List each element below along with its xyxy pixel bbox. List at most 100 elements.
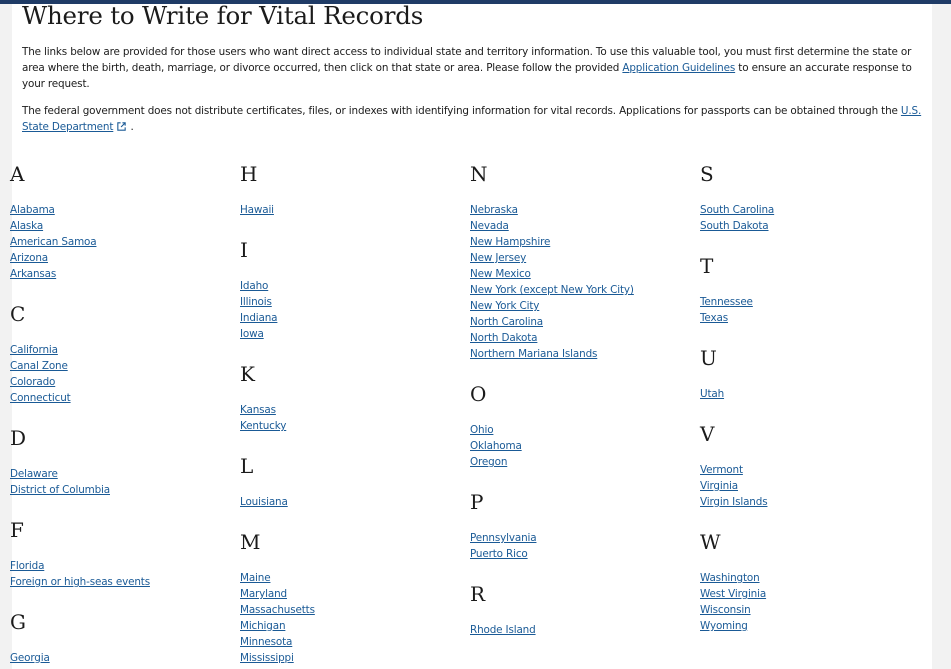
state-list-item: Arkansas	[10, 266, 240, 282]
state-link[interactable]: Canal Zone	[10, 360, 68, 372]
state-link[interactable]: Foreign or high-seas events	[10, 576, 150, 588]
state-list-item: Indiana	[240, 310, 470, 326]
state-list-item: Kentucky	[240, 418, 470, 434]
state-list-item: Michigan	[240, 618, 470, 634]
state-link[interactable]: New York City	[470, 300, 539, 312]
letter-group-s: S South Carolina South Dakota	[700, 162, 930, 234]
letter-group-a: A Alabama Alaska American Samoa Arizona Arkan…	[10, 162, 240, 282]
state-link[interactable]: Michigan	[240, 620, 286, 632]
letter-group-f: F Florida Foreign or high-seas events	[10, 518, 240, 590]
state-link[interactable]: South Carolina	[700, 204, 774, 216]
state-list: Idaho Illinois Indiana Iowa	[240, 278, 470, 342]
state-list-item: Florida	[10, 558, 240, 574]
state-link[interactable]: North Carolina	[470, 316, 543, 328]
letter-group-u: U Utah	[700, 346, 930, 402]
state-list: Ohio Oklahoma Oregon	[470, 422, 700, 470]
letter-group-i: I Idaho Illinois Indiana Iowa	[240, 238, 470, 342]
state-link[interactable]: Massachusetts	[240, 604, 315, 616]
state-link[interactable]: Arkansas	[10, 268, 56, 280]
state-list: Kansas Kentucky	[240, 402, 470, 434]
state-link[interactable]: Wisconsin	[700, 604, 751, 616]
state-list-item: Vermont	[700, 462, 930, 478]
state-link[interactable]: Idaho	[240, 280, 268, 292]
state-link[interactable]: Nebraska	[470, 204, 518, 216]
letter-heading: T	[700, 254, 714, 278]
page-title: Where to Write for Vital Records	[22, 4, 424, 30]
state-link[interactable]: Minnesota	[240, 636, 292, 648]
state-list-item: Minnesota	[240, 634, 470, 650]
state-link[interactable]: South Dakota	[700, 220, 769, 232]
state-link[interactable]: Delaware	[10, 468, 58, 480]
state-list: Louisiana	[240, 494, 470, 510]
letter-heading: K	[240, 362, 255, 386]
state-link[interactable]: Iowa	[240, 328, 264, 340]
state-link[interactable]: Connecticut	[10, 392, 71, 404]
state-link[interactable]: New Mexico	[470, 268, 531, 280]
state-link[interactable]: Pennsylvania	[470, 532, 537, 544]
state-link[interactable]: Northern Mariana Islands	[470, 348, 597, 360]
intro-text: .	[127, 121, 134, 133]
letter-heading: G	[10, 610, 26, 634]
state-link[interactable]: District of Columbia	[10, 484, 110, 496]
letter-group-h: H Hawaii	[240, 162, 470, 218]
state-link[interactable]: Oregon	[470, 456, 507, 468]
state-link[interactable]: Florida	[10, 560, 44, 572]
state-link[interactable]: Illinois	[240, 296, 272, 308]
intro-paragraph-1: The links below are provided for those u…	[22, 44, 922, 92]
letter-group-m: M Maine Maryland Massachusetts Michigan Minne…	[240, 530, 470, 669]
state-link[interactable]: Mississippi	[240, 652, 294, 664]
state-list-item: Oregon	[470, 454, 700, 470]
state-link[interactable]: American Samoa	[10, 236, 97, 248]
state-link[interactable]: North Dakota	[470, 332, 538, 344]
state-link[interactable]: Rhode Island	[470, 624, 536, 636]
state-list-item: North Dakota	[470, 330, 700, 346]
state-link[interactable]: Colorado	[10, 376, 55, 388]
state-link[interactable]: Kansas	[240, 404, 276, 416]
state-link[interactable]: Maryland	[240, 588, 287, 600]
state-link[interactable]: Indiana	[240, 312, 278, 324]
state-link[interactable]: Alaska	[10, 220, 43, 232]
state-link[interactable]: Virginia	[700, 480, 738, 492]
state-list-item: New Jersey	[470, 250, 700, 266]
letter-heading: R	[470, 582, 486, 606]
state-link[interactable]: Puerto Rico	[470, 548, 528, 560]
intro-paragraph-2: The federal government does not distribu…	[22, 103, 922, 135]
state-link[interactable]: Georgia	[10, 652, 50, 664]
state-link[interactable]: New York (except New York City)	[470, 284, 634, 296]
state-link[interactable]: Louisiana	[240, 496, 288, 508]
state-link[interactable]: California	[10, 344, 58, 356]
state-link[interactable]: New Jersey	[470, 252, 526, 264]
state-list-item: Canal Zone	[10, 358, 240, 374]
state-link[interactable]: Oklahoma	[470, 440, 522, 452]
letter-group-g: G GeorgiaGuam	[10, 610, 240, 669]
state-link[interactable]: Nevada	[470, 220, 509, 232]
state-list-item: Texas	[700, 310, 930, 326]
letter-heading: C	[10, 302, 26, 326]
state-link[interactable]: Virgin Islands	[700, 496, 768, 508]
state-list-item: Ohio	[470, 422, 700, 438]
state-link[interactable]: West Virginia	[700, 588, 766, 600]
letter-heading: N	[470, 162, 488, 186]
letter-group-t: T Tennessee Texas	[700, 254, 930, 326]
state-list-item: Alabama	[10, 202, 240, 218]
state-link[interactable]: New Hampshire	[470, 236, 550, 248]
state-link[interactable]: Vermont	[700, 464, 743, 476]
state-link[interactable]: Kentucky	[240, 420, 286, 432]
state-link[interactable]: Wyoming	[700, 620, 748, 632]
application-guidelines-link[interactable]: Application Guidelines	[622, 62, 735, 74]
state-link[interactable]: Maine	[240, 572, 271, 584]
state-link[interactable]: Utah	[700, 388, 724, 400]
state-list-item: Georgia	[10, 650, 240, 666]
state-link[interactable]: Tennessee	[700, 296, 753, 308]
state-link[interactable]: Hawaii	[240, 204, 274, 216]
state-list-item: Puerto Rico	[470, 546, 700, 562]
state-list: Maine Maryland Massachusetts Michigan Minnes…	[240, 570, 470, 669]
state-list-item: Idaho	[240, 278, 470, 294]
state-link[interactable]: Arizona	[10, 252, 48, 264]
state-list-item: District of Columbia	[10, 482, 240, 498]
state-link[interactable]: Texas	[700, 312, 728, 324]
state-link[interactable]: Alabama	[10, 204, 55, 216]
state-link[interactable]: Washington	[700, 572, 760, 584]
state-link[interactable]: Ohio	[470, 424, 494, 436]
state-list-item: Foreign or high-seas events	[10, 574, 240, 590]
